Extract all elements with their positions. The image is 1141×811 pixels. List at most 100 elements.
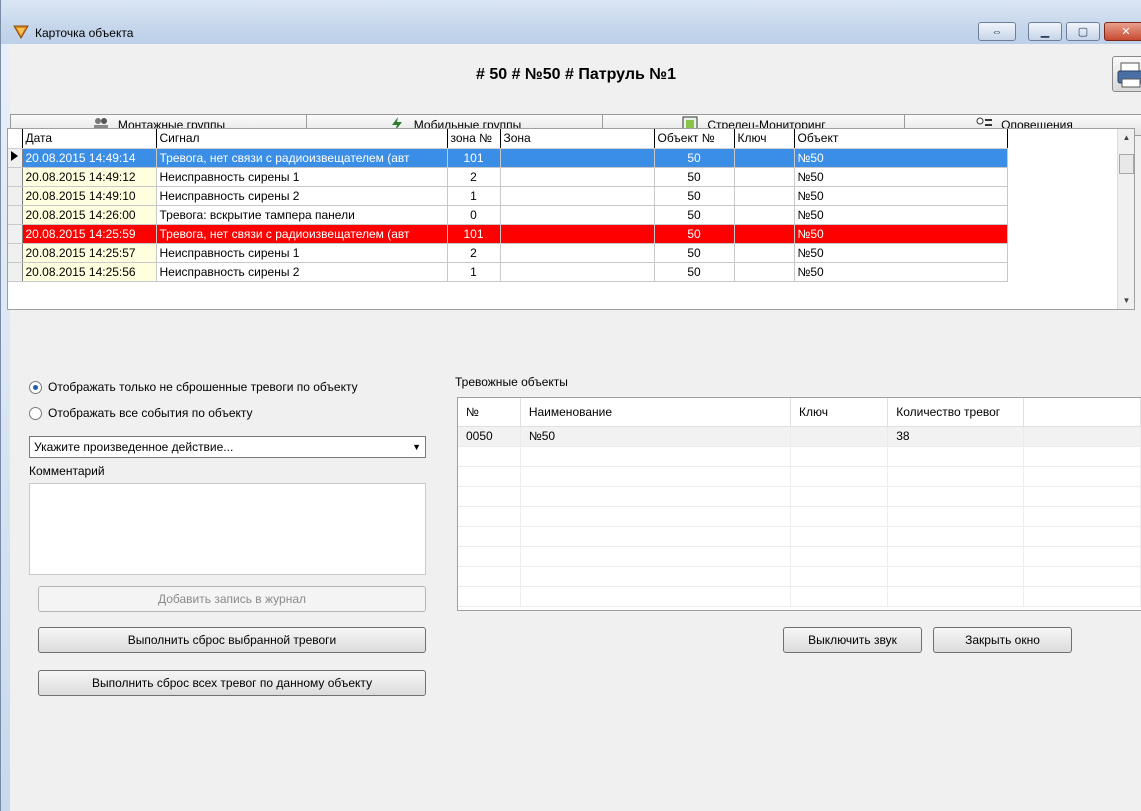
radio-unreset-label: Отображать только не сброшенные тревоги … — [48, 380, 358, 394]
cell-empty — [887, 466, 1025, 487]
chevron-down-icon[interactable]: ▼ — [412, 437, 421, 457]
cell-signal: Неисправность сирены 1 — [156, 243, 448, 263]
cell-empty — [1023, 586, 1141, 607]
table-row[interactable]: 20.08.2015 14:25:56 Неисправность сирены … — [8, 262, 1008, 282]
radio-checked-icon[interactable] — [29, 380, 42, 394]
radio-all-events[interactable]: Отображать все события по объекту — [29, 406, 253, 420]
cell-empty — [520, 506, 792, 527]
cell-empty — [790, 466, 889, 487]
cell-date: 20.08.2015 14:25:56 — [22, 262, 157, 282]
action-select-value: Укажите произведенное действие... — [34, 440, 234, 454]
maximize-icon[interactable]: ▢ — [1066, 22, 1100, 41]
alarm-objects-title: Тревожные объекты — [455, 375, 568, 389]
resize-arrows-icon[interactable]: ⇔ — [978, 22, 1016, 41]
cell-signal: Тревога, нет связи с радиоизвещателем (а… — [156, 224, 448, 244]
scroll-thumb[interactable] — [1119, 154, 1134, 174]
cell-empty — [887, 526, 1025, 547]
events-grid[interactable]: Дата Сигнал зона № Зона Объект № Ключ Объект 2… — [7, 128, 1135, 310]
reset-all-button[interactable]: Выполнить сброс всех тревог по данному о… — [38, 670, 426, 696]
alarm-objects-column-header[interactable]: Количество тревог — [887, 398, 1025, 427]
cell-empty — [520, 566, 792, 587]
cell-empty — [1023, 546, 1141, 567]
cell-empty — [1023, 566, 1141, 587]
scroll-up-icon[interactable]: ▲ — [1118, 129, 1135, 146]
radio-unreset-alarms[interactable]: Отображать только не сброшенные тревоги … — [29, 380, 358, 394]
reset-selected-button[interactable]: Выполнить сброс выбранной тревоги — [38, 627, 426, 653]
cell-key — [734, 186, 795, 206]
mute-button[interactable]: Выключить звук — [783, 627, 922, 653]
events-column-header[interactable]: зона № — [447, 129, 501, 149]
events-column-header[interactable]: Дата — [22, 129, 157, 149]
minimize-icon[interactable]: ▁ — [1028, 22, 1062, 41]
cell-empty — [887, 506, 1025, 527]
events-column-header[interactable]: Ключ — [734, 129, 795, 149]
alarm-objects-grid[interactable]: № Наименование Ключ Количество тревог 0050 №… — [457, 397, 1141, 611]
cell-signal: Неисправность сирены 2 — [156, 186, 448, 206]
cell-zone — [500, 262, 655, 282]
cell-obj-no: 50 — [654, 224, 735, 244]
cell-name: №50 — [520, 426, 792, 447]
cell-key — [734, 262, 795, 282]
cell-zone — [500, 224, 655, 244]
table-row[interactable]: 20.08.2015 14:49:14 Тревога, нет связи с … — [8, 148, 1008, 168]
events-column-header[interactable]: Объект № — [654, 129, 735, 149]
table-row[interactable]: 20.08.2015 14:25:59 Тревога, нет связи с … — [8, 224, 1008, 244]
alarm-objects-column-header[interactable]: Ключ — [790, 398, 889, 427]
cell-empty — [1023, 446, 1141, 467]
page-title: # 50 # №50 # Патруль №1 — [475, 66, 676, 83]
alarm-objects-column-header[interactable]: Наименование — [520, 398, 792, 427]
cell-obj-no: 50 — [654, 167, 735, 187]
row-pointer-icon — [8, 148, 23, 168]
events-column-header[interactable]: Объект — [794, 129, 1008, 149]
cell-empty — [520, 466, 792, 487]
empty-row — [458, 566, 1141, 587]
close-icon[interactable]: ✕ — [1104, 22, 1141, 41]
action-select[interactable]: Укажите произведенное действие... ▼ — [29, 436, 426, 458]
cell-obj-no: 50 — [654, 243, 735, 263]
printer-icon[interactable] — [1112, 56, 1141, 92]
cell-empty — [458, 466, 521, 487]
cell-signal: Тревога, нет связи с радиоизвещателем (а… — [156, 148, 448, 168]
cell-empty — [790, 526, 889, 547]
table-row[interactable]: 20.08.2015 14:49:12 Неисправность сирены … — [8, 167, 1008, 187]
table-row[interactable]: 20.08.2015 14:26:00 Тревога: вскрытие там… — [8, 205, 1008, 225]
table-row[interactable]: 0050 №50 38 — [458, 426, 1141, 447]
events-column-header[interactable]: Зона — [500, 129, 655, 149]
close-window-button[interactable]: Закрыть окно — [933, 627, 1072, 653]
alarm-objects-column-header[interactable] — [1023, 398, 1141, 427]
cell-zone-no: 0 — [447, 205, 501, 225]
cell-zone-no: 2 — [447, 167, 501, 187]
table-row[interactable]: 20.08.2015 14:49:10 Неисправность сирены … — [8, 186, 1008, 206]
scroll-down-icon[interactable]: ▼ — [1118, 292, 1135, 309]
cell-count: 38 — [887, 426, 1025, 447]
empty-row — [458, 446, 1141, 467]
table-row[interactable]: 20.08.2015 14:25:57 Неисправность сирены … — [8, 243, 1008, 263]
row-indicator — [8, 186, 23, 206]
radio-unchecked-icon[interactable] — [29, 406, 42, 420]
cell-empty — [790, 586, 889, 607]
cell-empty — [790, 486, 889, 507]
window-controls: ⇔ ▁ ▢ ✕ — [978, 22, 1141, 41]
cell-empty — [520, 526, 792, 547]
row-indicator — [8, 224, 23, 244]
cell-obj: №50 — [794, 148, 1008, 168]
events-scrollbar[interactable]: ▲ ▼ — [1117, 129, 1134, 309]
cell-zone-no: 2 — [447, 243, 501, 263]
cell-empty — [790, 506, 889, 527]
add-journal-button[interactable]: Добавить запись в журнал — [38, 586, 426, 612]
cell-empty — [458, 506, 521, 527]
cell-obj: №50 — [794, 262, 1008, 282]
cell-empty — [458, 446, 521, 467]
events-column-header[interactable]: Сигнал — [156, 129, 448, 149]
cell-empty — [1023, 506, 1141, 527]
comment-textarea[interactable] — [29, 483, 426, 575]
cell-zone — [500, 148, 655, 168]
cell-key — [734, 167, 795, 187]
cell-no: 0050 — [458, 426, 521, 447]
alarm-objects-column-header[interactable]: № — [458, 398, 521, 427]
cell-empty — [520, 446, 792, 467]
cell-zone — [500, 205, 655, 225]
cell-empty — [458, 566, 521, 587]
title-bar[interactable]: Карточка объекта ⇔ ▁ ▢ ✕ — [1, 0, 1141, 44]
cell-obj-no: 50 — [654, 262, 735, 282]
